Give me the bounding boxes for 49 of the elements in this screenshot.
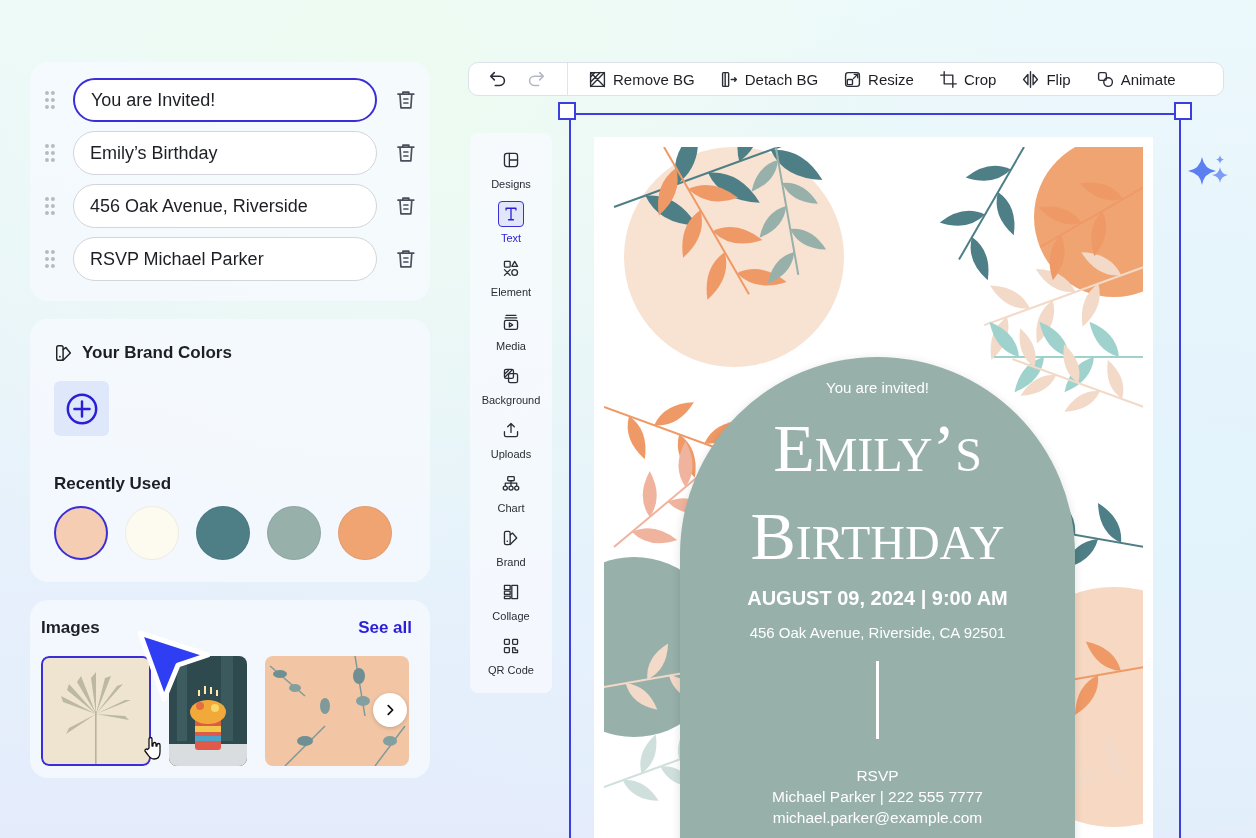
plus-circle-icon: [64, 391, 99, 426]
drag-handle-icon[interactable]: [44, 143, 56, 163]
text-input[interactable]: You are Invited!: [72, 78, 378, 122]
section-title: Recently Used: [54, 474, 172, 494]
detach-background-icon: [719, 69, 739, 89]
section-title: Your Brand Colors: [82, 343, 232, 363]
toolbar-button[interactable]: Flip: [1021, 69, 1071, 89]
animate-icon: [1095, 69, 1115, 89]
invitation-intro: You are invited!: [826, 379, 929, 396]
nav-item[interactable]: QR Code: [488, 633, 534, 676]
invitation-address: 456 Oak Avenue, Riverside, CA 92501: [749, 623, 1006, 641]
text-input[interactable]: Emily’s Birthday: [72, 131, 378, 175]
toolbar-button[interactable]: Remove BG: [588, 69, 695, 89]
crop-icon: [938, 69, 958, 89]
hand-cursor-icon: [143, 736, 163, 760]
brand-icon: [54, 343, 74, 363]
drag-handle-icon[interactable]: [44, 90, 56, 110]
nav-item[interactable]: Element: [490, 255, 532, 298]
invitation-date: AUGUST 09, 2024 | 9:00 AM: [747, 586, 1008, 610]
section-title: Images: [41, 618, 100, 638]
nav-item[interactable]: Media: [496, 309, 526, 352]
nav-item[interactable]: Designs: [491, 147, 531, 190]
toolbar-button[interactable]: Crop: [938, 69, 997, 89]
nav-item[interactable]: Collage: [492, 579, 530, 622]
resize-handle[interactable]: [1174, 102, 1192, 120]
nav-item[interactable]: Brand: [496, 525, 526, 568]
email-line: michael.parker@example.com: [772, 808, 983, 827]
nav-item[interactable]: Chart: [497, 471, 525, 514]
nav-item[interactable]: Text: [498, 201, 524, 244]
add-color-button[interactable]: [54, 381, 109, 436]
text-icon: [498, 201, 524, 227]
drag-handle-icon[interactable]: [44, 196, 56, 216]
flip-icon: [1021, 69, 1041, 89]
invitation-title: Emily’s Birthday: [749, 409, 1006, 577]
resize-icon: [843, 69, 863, 89]
toolbar-button[interactable]: Resize: [843, 69, 914, 89]
rsvp-label: RSVP: [856, 766, 899, 785]
remove-background-icon: [588, 69, 607, 89]
drag-handle-icon[interactable]: [44, 249, 56, 269]
text-input[interactable]: 456 Oak Avenue, Riverside: [72, 184, 378, 228]
nav-item[interactable]: Background: [481, 363, 541, 406]
resize-handle[interactable]: [558, 102, 576, 120]
toolbar-button[interactable]: Animate: [1095, 69, 1176, 89]
contact-line: Michael Parker | 222 555 7777: [772, 787, 983, 806]
toolbar-button[interactable]: Detach BG: [719, 69, 819, 89]
text-input[interactable]: RSVP Michael Parker: [72, 237, 378, 281]
color-swatch[interactable]: [54, 506, 108, 560]
see-all-link[interactable]: See all: [358, 618, 412, 638]
nav-item[interactable]: Uploads: [490, 417, 532, 460]
